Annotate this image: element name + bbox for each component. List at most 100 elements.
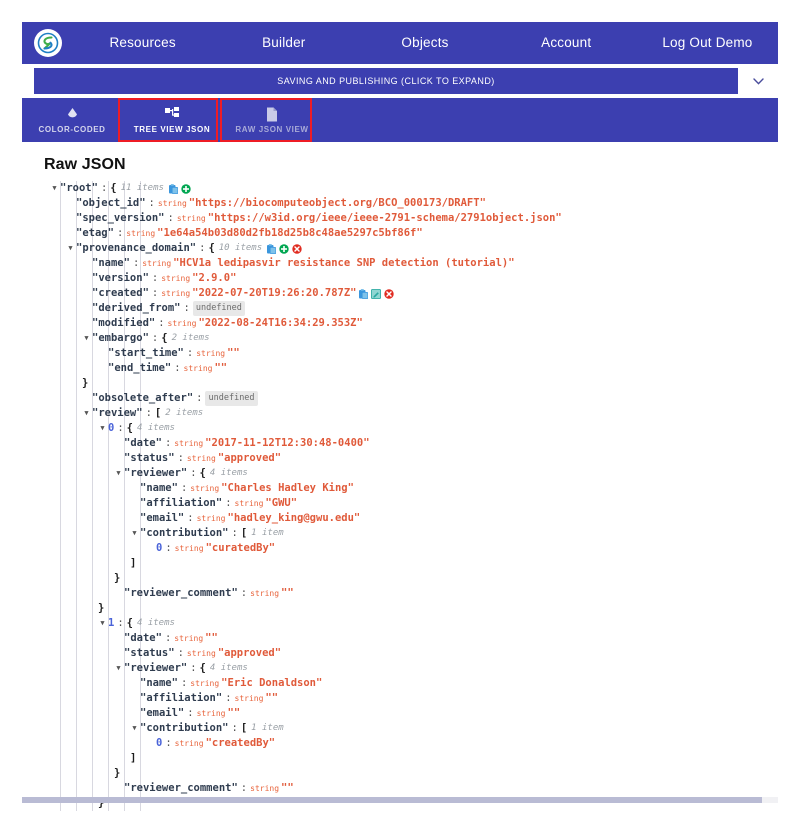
scrollbar-thumb[interactable] — [22, 797, 762, 803]
json-tree-row[interactable]: "name": string "HCV1a ledipasvir resistanc… — [44, 256, 778, 271]
json-colon: : — [187, 707, 194, 719]
biocompute-logo-icon[interactable] — [34, 29, 62, 57]
json-key: "name" — [140, 677, 178, 689]
json-tree-row[interactable]: "created": string "2022-07-20T19:26:20.787… — [44, 286, 778, 301]
json-tree-row[interactable]: "etag": string "1e64a54b03d80d2fb18d25b8c4… — [44, 226, 778, 241]
nav-link-resources[interactable]: Resources — [72, 22, 213, 64]
json-tree-row[interactable]: "start_time": string "" — [44, 346, 778, 361]
tab-tree-view-json[interactable]: TREE VIEW JSON — [122, 98, 222, 142]
json-tree-viewer[interactable]: ▼ "root":{11 items "object_id": string "http… — [44, 181, 778, 811]
json-tree-row[interactable]: } — [44, 601, 778, 616]
json-tree-row[interactable]: "derived_from": undefined — [44, 301, 778, 316]
collapse-arrow-icon[interactable]: ▼ — [66, 241, 75, 256]
json-tree-row[interactable]: "affiliation": string "GWU" — [44, 496, 778, 511]
json-type-label: string — [174, 739, 204, 748]
tab-color-coded[interactable]: COLOR-CODED — [22, 98, 122, 142]
json-tree-row[interactable]: ▼ "reviewer":{4 items — [44, 661, 778, 676]
json-key: "affiliation" — [140, 497, 223, 509]
json-colon: : — [164, 632, 172, 644]
json-key: "root" — [60, 182, 98, 194]
app-page: Resources Builder Objects Account Log Ou… — [0, 0, 800, 821]
json-close-brace: } — [82, 377, 89, 389]
json-tree-row[interactable]: ▼ 1:{4 items — [44, 616, 778, 631]
json-tree-row[interactable]: "email": string "" — [44, 706, 778, 721]
collapse-arrow-icon[interactable]: ▼ — [82, 331, 91, 346]
collapse-arrow-icon[interactable]: ▼ — [82, 406, 91, 421]
json-tree-row[interactable]: "version": string "2.9.0" — [44, 271, 778, 286]
json-colon: : — [177, 647, 184, 659]
json-tree-row[interactable]: "name": string "Charles Hadley King" — [44, 481, 778, 496]
json-type-label: string — [126, 229, 156, 238]
paste-icon[interactable] — [168, 183, 178, 194]
json-tree-row[interactable]: "name": string "Eric Donaldson" — [44, 676, 778, 691]
json-tree-row[interactable]: "modified": string "2022-08-24T16:34:29.35… — [44, 316, 778, 331]
json-tree-row[interactable]: "date": string "" — [44, 631, 778, 646]
top-navigation-bar: Resources Builder Objects Account Log Ou… — [22, 22, 778, 64]
json-tree-row[interactable]: ] — [44, 751, 778, 766]
json-colon: : — [190, 662, 197, 674]
json-tree-row[interactable]: "obsolete_after": undefined — [44, 391, 778, 406]
json-tree-row[interactable]: ▼ "review":[2 items — [44, 406, 778, 421]
document-icon — [266, 107, 278, 122]
json-string-value: "2022-07-20T19:26:20.787Z" — [192, 287, 357, 299]
delete-icon[interactable] — [292, 243, 302, 254]
json-tree-row[interactable]: "affiliation": string "" — [44, 691, 778, 706]
json-tree-row[interactable]: ▼ "embargo":{2 items — [44, 331, 778, 346]
json-tree-row[interactable]: "object_id": string "https://biocomputeobj… — [44, 196, 778, 211]
json-tree-row[interactable]: 0: string "createdBy" — [44, 736, 778, 751]
json-tree-row[interactable]: "status": string "approved" — [44, 646, 778, 661]
nav-link-log-out[interactable]: Log Out Demo — [637, 22, 778, 64]
json-tree-row[interactable]: "date": string "2017-11-12T12:30:48-0400" — [44, 436, 778, 451]
paste-icon[interactable] — [267, 243, 277, 254]
json-type-label: string — [196, 349, 226, 358]
json-colon: : — [177, 452, 184, 464]
chevron-down-icon[interactable] — [738, 68, 778, 94]
json-tree-row[interactable]: } — [44, 571, 778, 586]
collapse-arrow-icon[interactable]: ▼ — [130, 721, 139, 736]
json-type-label: string — [161, 274, 191, 283]
json-tree-row[interactable]: ▼ "contribution":[1 item — [44, 721, 778, 736]
add-icon[interactable] — [279, 243, 289, 254]
delete-icon[interactable] — [383, 288, 394, 299]
json-tree-row[interactable]: ▼ "provenance_domain":{10 items — [44, 241, 778, 256]
json-key: "date" — [124, 437, 162, 449]
nav-link-builder[interactable]: Builder — [213, 22, 354, 64]
json-tree-row[interactable]: ▼ "reviewer":{4 items — [44, 466, 778, 481]
json-key: "review" — [92, 407, 143, 419]
json-key: "etag" — [76, 227, 114, 239]
json-type-label: string — [186, 454, 216, 463]
json-string-value: "GWU" — [265, 497, 298, 509]
tab-raw-json-view[interactable]: RAW JSON VIEW — [222, 98, 322, 142]
json-key: "modified" — [92, 317, 156, 329]
json-tree-row[interactable]: "reviewer_comment": string "" — [44, 586, 778, 601]
json-tree-row[interactable]: } — [44, 766, 778, 781]
json-tree-row[interactable]: "status": string "approved" — [44, 451, 778, 466]
json-colon: : — [180, 482, 188, 494]
json-tree-row[interactable]: ▼ "root":{11 items — [44, 181, 778, 196]
json-tree-row[interactable]: 0: string "curatedBy" — [44, 541, 778, 556]
json-tree-row[interactable]: "reviewer_comment": string "" — [44, 781, 778, 796]
saving-and-publishing-button[interactable]: SAVING AND PUBLISHING (CLICK TO EXPAND) — [34, 68, 738, 94]
collapse-arrow-icon[interactable]: ▼ — [98, 421, 107, 436]
paste-icon[interactable] — [358, 288, 368, 299]
json-tree-row[interactable]: "spec_version": string "https://w3id.org/i… — [44, 211, 778, 226]
collapse-arrow-icon[interactable]: ▼ — [98, 616, 107, 631]
add-icon[interactable] — [181, 183, 191, 194]
collapse-arrow-icon[interactable]: ▼ — [130, 526, 139, 541]
horizontal-scrollbar[interactable] — [22, 797, 778, 803]
json-tree-row[interactable]: "end_time": string "" — [44, 361, 778, 376]
edit-icon[interactable] — [370, 288, 381, 299]
collapse-arrow-icon[interactable]: ▼ — [114, 661, 123, 676]
nav-link-account[interactable]: Account — [496, 22, 637, 64]
json-tree-row[interactable]: ▼ 0:{4 items — [44, 421, 778, 436]
nav-link-objects[interactable]: Objects — [354, 22, 495, 64]
collapse-arrow-icon[interactable]: ▼ — [114, 466, 123, 481]
json-string-value: "HCV1a ledipasvir resistance SNP detecti… — [173, 257, 515, 269]
collapse-arrow-icon[interactable]: ▼ — [50, 181, 59, 196]
json-type-label: string — [234, 499, 264, 508]
json-tree-row[interactable]: ▼ "contribution":[1 item — [44, 526, 778, 541]
json-tree-row[interactable]: ] — [44, 556, 778, 571]
json-tree-row[interactable]: } — [44, 376, 778, 391]
json-tree-row[interactable]: "email": string "hadley_king@gwu.edu" — [44, 511, 778, 526]
json-string-value: "" — [265, 692, 279, 704]
